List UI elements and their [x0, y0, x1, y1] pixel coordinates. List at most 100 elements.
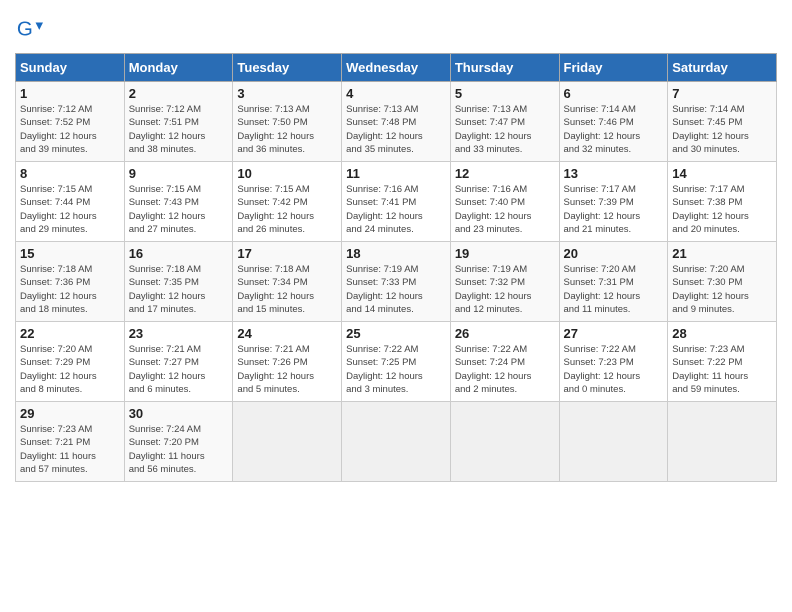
day-info: Sunrise: 7:15 AM Sunset: 7:44 PM Dayligh…: [20, 183, 120, 236]
day-cell-15: 15Sunrise: 7:18 AM Sunset: 7:36 PM Dayli…: [16, 242, 125, 322]
day-cell-22: 22 Sunrise: 7:20 AM Sunset: 7:29 PM Dayli…: [16, 322, 125, 402]
day-cell-empty: [342, 402, 451, 482]
week-row-0: 1 Sunrise: 7:12 AM Sunset: 7:52 PM Daylig…: [16, 82, 777, 162]
day-cell-24: 24Sunrise: 7:21 AM Sunset: 7:26 PM Dayli…: [233, 322, 342, 402]
header: G: [15, 15, 777, 43]
day-info: Sunrise: 7:22 AM Sunset: 7:25 PM Dayligh…: [346, 343, 446, 396]
day-cell-empty: [668, 402, 777, 482]
day-info: Sunrise: 7:18 AM Sunset: 7:35 PM Dayligh…: [129, 263, 229, 316]
day-number: 26: [455, 326, 555, 341]
week-row-4: 29Sunrise: 7:23 AM Sunset: 7:21 PM Dayli…: [16, 402, 777, 482]
day-number: 10: [237, 166, 337, 181]
day-number: 5: [455, 86, 555, 101]
day-cell-21: 21 Sunrise: 7:20 AM Sunset: 7:30 PM Dayli…: [668, 242, 777, 322]
day-cell-17: 17 Sunrise: 7:18 AM Sunset: 7:34 PM Dayli…: [233, 242, 342, 322]
day-number: 7: [672, 86, 772, 101]
day-info: Sunrise: 7:16 AM Sunset: 7:41 PM Dayligh…: [346, 183, 446, 236]
week-row-1: 8Sunrise: 7:15 AM Sunset: 7:44 PM Daylig…: [16, 162, 777, 242]
day-cell-14: 14 Sunrise: 7:17 AM Sunset: 7:38 PM Dayli…: [668, 162, 777, 242]
col-header-saturday: Saturday: [668, 54, 777, 82]
col-header-monday: Monday: [124, 54, 233, 82]
day-cell-28: 28 Sunrise: 7:23 AM Sunset: 7:22 PM Dayli…: [668, 322, 777, 402]
day-info: Sunrise: 7:14 AM Sunset: 7:45 PM Dayligh…: [672, 103, 772, 156]
day-cell-13: 13 Sunrise: 7:17 AM Sunset: 7:39 PM Dayli…: [559, 162, 668, 242]
day-cell-7: 7 Sunrise: 7:14 AM Sunset: 7:45 PM Daylig…: [668, 82, 777, 162]
day-info: Sunrise: 7:23 AM Sunset: 7:21 PM Dayligh…: [20, 423, 120, 476]
day-info: Sunrise: 7:21 AM Sunset: 7:26 PM Dayligh…: [237, 343, 337, 396]
day-info: Sunrise: 7:20 AM Sunset: 7:30 PM Dayligh…: [672, 263, 772, 316]
day-number: 27: [564, 326, 664, 341]
day-info: Sunrise: 7:16 AM Sunset: 7:40 PM Dayligh…: [455, 183, 555, 236]
day-number: 25: [346, 326, 446, 341]
day-info: Sunrise: 7:24 AM Sunset: 7:20 PM Dayligh…: [129, 423, 229, 476]
week-row-3: 22 Sunrise: 7:20 AM Sunset: 7:29 PM Dayli…: [16, 322, 777, 402]
day-cell-2: 2Sunrise: 7:12 AM Sunset: 7:51 PM Daylig…: [124, 82, 233, 162]
day-info: Sunrise: 7:22 AM Sunset: 7:23 PM Dayligh…: [564, 343, 664, 396]
col-header-tuesday: Tuesday: [233, 54, 342, 82]
day-info: Sunrise: 7:20 AM Sunset: 7:31 PM Dayligh…: [564, 263, 664, 316]
day-cell-1: 1 Sunrise: 7:12 AM Sunset: 7:52 PM Daylig…: [16, 82, 125, 162]
day-info: Sunrise: 7:18 AM Sunset: 7:34 PM Dayligh…: [237, 263, 337, 316]
day-cell-6: 6Sunrise: 7:14 AM Sunset: 7:46 PM Daylig…: [559, 82, 668, 162]
svg-text:G: G: [17, 18, 33, 41]
day-info: Sunrise: 7:12 AM Sunset: 7:52 PM Dayligh…: [20, 103, 120, 156]
day-info: Sunrise: 7:17 AM Sunset: 7:38 PM Dayligh…: [672, 183, 772, 236]
column-headers: SundayMondayTuesdayWednesdayThursdayFrid…: [16, 54, 777, 82]
week-row-2: 15Sunrise: 7:18 AM Sunset: 7:36 PM Dayli…: [16, 242, 777, 322]
col-header-friday: Friday: [559, 54, 668, 82]
day-info: Sunrise: 7:17 AM Sunset: 7:39 PM Dayligh…: [564, 183, 664, 236]
day-number: 22: [20, 326, 120, 341]
day-cell-18: 18Sunrise: 7:19 AM Sunset: 7:33 PM Dayli…: [342, 242, 451, 322]
day-info: Sunrise: 7:22 AM Sunset: 7:24 PM Dayligh…: [455, 343, 555, 396]
day-info: Sunrise: 7:13 AM Sunset: 7:47 PM Dayligh…: [455, 103, 555, 156]
day-cell-25: 25 Sunrise: 7:22 AM Sunset: 7:25 PM Dayli…: [342, 322, 451, 402]
day-number: 11: [346, 166, 446, 181]
day-cell-12: 12 Sunrise: 7:16 AM Sunset: 7:40 PM Dayli…: [450, 162, 559, 242]
day-cell-20: 20 Sunrise: 7:20 AM Sunset: 7:31 PM Dayli…: [559, 242, 668, 322]
day-number: 12: [455, 166, 555, 181]
day-cell-26: 26 Sunrise: 7:22 AM Sunset: 7:24 PM Dayli…: [450, 322, 559, 402]
day-cell-9: 9 Sunrise: 7:15 AM Sunset: 7:43 PM Daylig…: [124, 162, 233, 242]
day-cell-3: 3 Sunrise: 7:13 AM Sunset: 7:50 PM Daylig…: [233, 82, 342, 162]
day-cell-19: 19 Sunrise: 7:19 AM Sunset: 7:32 PM Dayli…: [450, 242, 559, 322]
day-number: 21: [672, 246, 772, 261]
day-cell-8: 8Sunrise: 7:15 AM Sunset: 7:44 PM Daylig…: [16, 162, 125, 242]
day-number: 17: [237, 246, 337, 261]
col-header-wednesday: Wednesday: [342, 54, 451, 82]
day-number: 4: [346, 86, 446, 101]
logo: G: [15, 15, 47, 43]
day-cell-27: 27 Sunrise: 7:22 AM Sunset: 7:23 PM Dayli…: [559, 322, 668, 402]
day-info: Sunrise: 7:13 AM Sunset: 7:50 PM Dayligh…: [237, 103, 337, 156]
day-number: 15: [20, 246, 120, 261]
day-cell-16: 16 Sunrise: 7:18 AM Sunset: 7:35 PM Dayli…: [124, 242, 233, 322]
day-cell-23: 23 Sunrise: 7:21 AM Sunset: 7:27 PM Dayli…: [124, 322, 233, 402]
day-info: Sunrise: 7:21 AM Sunset: 7:27 PM Dayligh…: [129, 343, 229, 396]
day-number: 19: [455, 246, 555, 261]
day-cell-empty: [559, 402, 668, 482]
day-number: 23: [129, 326, 229, 341]
day-number: 3: [237, 86, 337, 101]
day-cell-10: 10 Sunrise: 7:15 AM Sunset: 7:42 PM Dayli…: [233, 162, 342, 242]
day-cell-empty: [233, 402, 342, 482]
day-number: 13: [564, 166, 664, 181]
day-number: 6: [564, 86, 664, 101]
day-number: 14: [672, 166, 772, 181]
day-number: 1: [20, 86, 120, 101]
day-cell-5: 5 Sunrise: 7:13 AM Sunset: 7:47 PM Daylig…: [450, 82, 559, 162]
day-number: 20: [564, 246, 664, 261]
day-cell-30: 30 Sunrise: 7:24 AM Sunset: 7:20 PM Dayli…: [124, 402, 233, 482]
day-info: Sunrise: 7:20 AM Sunset: 7:29 PM Dayligh…: [20, 343, 120, 396]
day-cell-empty: [450, 402, 559, 482]
day-number: 30: [129, 406, 229, 421]
day-info: Sunrise: 7:15 AM Sunset: 7:42 PM Dayligh…: [237, 183, 337, 236]
calendar-table: SundayMondayTuesdayWednesdayThursdayFrid…: [15, 53, 777, 482]
day-number: 28: [672, 326, 772, 341]
day-info: Sunrise: 7:15 AM Sunset: 7:43 PM Dayligh…: [129, 183, 229, 236]
day-number: 16: [129, 246, 229, 261]
day-number: 9: [129, 166, 229, 181]
day-info: Sunrise: 7:23 AM Sunset: 7:22 PM Dayligh…: [672, 343, 772, 396]
day-cell-29: 29Sunrise: 7:23 AM Sunset: 7:21 PM Dayli…: [16, 402, 125, 482]
day-info: Sunrise: 7:19 AM Sunset: 7:32 PM Dayligh…: [455, 263, 555, 316]
day-number: 2: [129, 86, 229, 101]
col-header-sunday: Sunday: [16, 54, 125, 82]
